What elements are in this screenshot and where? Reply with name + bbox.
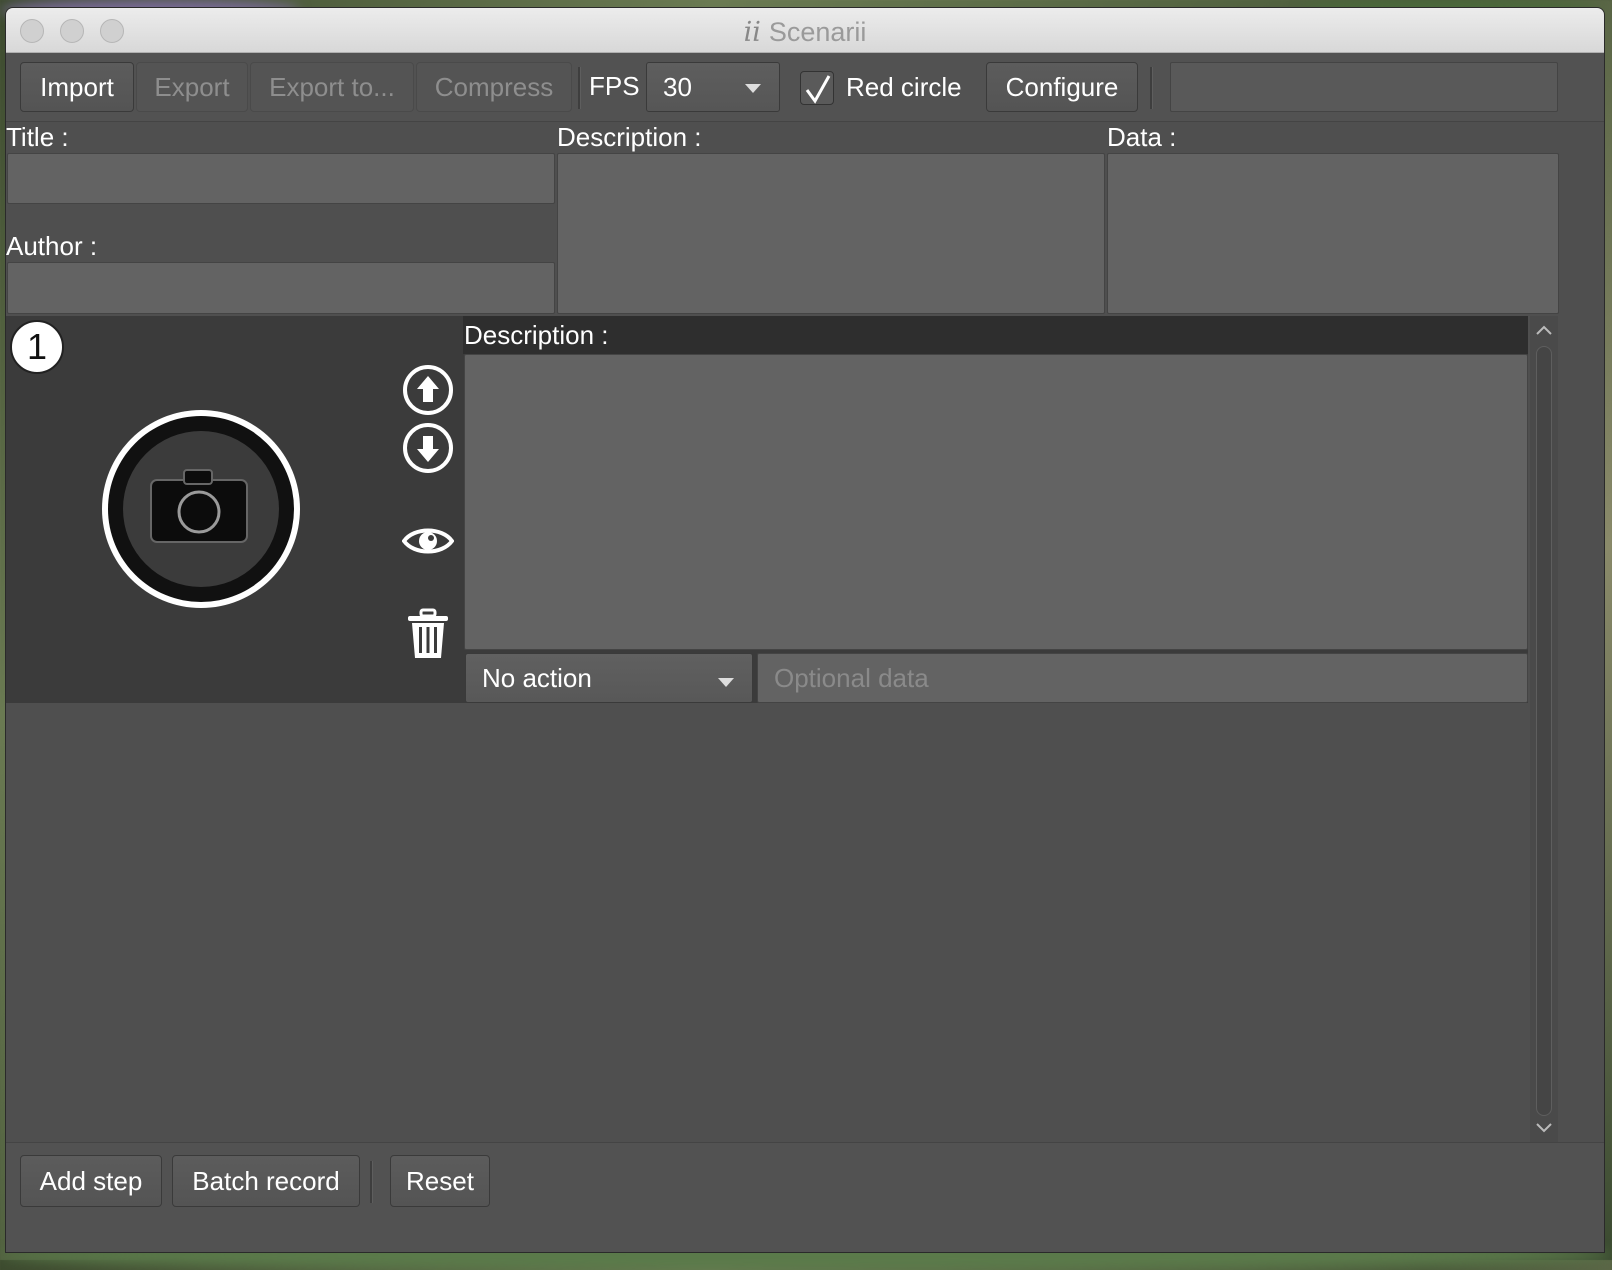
app-logo: ii	[743, 17, 761, 48]
toolbar: Import Export Export to... Compress FPS …	[6, 53, 1604, 122]
description-label: Description :	[557, 122, 702, 152]
scroll-down-icon[interactable]	[1536, 1122, 1552, 1134]
chevron-down-icon	[745, 84, 761, 93]
export-to-button[interactable]: Export to...	[250, 62, 414, 112]
checkmark-icon	[805, 75, 831, 104]
import-button[interactable]: Import	[20, 62, 134, 112]
fps-select[interactable]: 30	[646, 62, 780, 112]
steps-scrollbar[interactable]	[1530, 316, 1558, 1142]
fps-label: FPS	[589, 71, 640, 101]
step-description-label: Description :	[464, 320, 609, 350]
compress-button[interactable]: Compress	[416, 62, 572, 112]
data-label: Data :	[1107, 122, 1177, 152]
window-title-text: Scenarii	[768, 17, 867, 47]
step-description-header	[463, 316, 1528, 354]
toolbar-text-field[interactable]	[1170, 62, 1558, 112]
author-field[interactable]	[7, 262, 555, 314]
window-title: ii Scenarii	[6, 17, 1604, 48]
step-number-badge: 1	[10, 320, 64, 374]
app-window: ii Scenarii Import Export Export to... Co…	[6, 8, 1604, 1252]
step-item: 1 Description: No action Optional data	[6, 316, 1528, 703]
optional-data-placeholder: Optional data	[774, 663, 929, 693]
author-label: Author :	[6, 231, 98, 261]
chevron-down-icon	[718, 678, 734, 687]
batch-record-button[interactable]: Batch record	[172, 1155, 360, 1207]
configure-button[interactable]: Configure	[986, 62, 1138, 112]
step-description-field[interactable]	[464, 354, 1528, 650]
red-circle-label: Red circle	[846, 72, 962, 102]
description-field[interactable]	[557, 153, 1105, 314]
reset-button[interactable]: Reset	[390, 1155, 490, 1207]
add-step-button[interactable]: Add step	[20, 1155, 162, 1207]
red-circle-checkbox[interactable]	[800, 71, 834, 105]
trash-icon[interactable]	[406, 608, 450, 660]
move-down-icon[interactable]	[402, 422, 454, 474]
action-select[interactable]: No action	[465, 653, 753, 703]
optional-data-field[interactable]: Optional data	[757, 653, 1528, 703]
scrollbar-thumb[interactable]	[1536, 346, 1552, 1116]
action-select-value: No action	[482, 663, 592, 693]
camera-capture-button[interactable]	[100, 408, 302, 610]
move-up-icon[interactable]	[402, 364, 454, 416]
toolbar-separator	[578, 67, 581, 109]
scroll-up-icon[interactable]	[1536, 324, 1552, 336]
eye-icon[interactable]	[402, 524, 454, 558]
data-field[interactable]	[1107, 153, 1559, 314]
export-button[interactable]: Export	[136, 62, 248, 112]
title-bar: ii Scenarii	[6, 8, 1604, 53]
toolbar-separator	[1150, 67, 1153, 109]
title-field[interactable]	[7, 153, 555, 204]
fps-select-value: 30	[663, 72, 692, 102]
bottom-bar: Add step Batch record Reset	[6, 1142, 1604, 1252]
title-label: Title :	[6, 122, 69, 152]
bottom-bar-separator	[370, 1161, 373, 1203]
